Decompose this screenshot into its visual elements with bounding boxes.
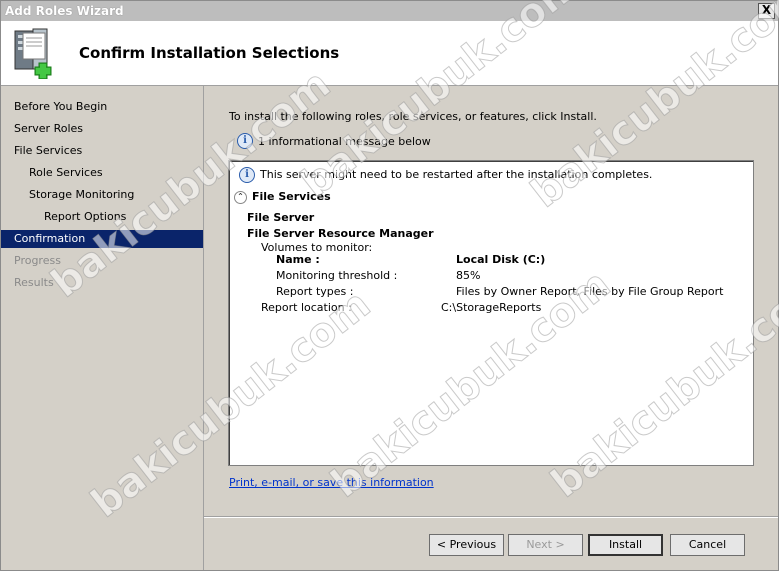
print-email-save-link[interactable]: Print, e-mail, or save this information	[229, 476, 434, 489]
selections-panel[interactable]: i This server might need to be restarted …	[228, 160, 754, 466]
section-title: File Services	[252, 190, 331, 203]
nav-item-report-options[interactable]: Report Options	[1, 208, 203, 226]
title-bar[interactable]: Add Roles Wizard X	[1, 1, 778, 21]
install-button[interactable]: Install	[588, 534, 663, 556]
restart-note-text: This server might need to be restarted a…	[260, 168, 653, 181]
report-types-value: Files by Owner Report, Files by File Gro…	[456, 285, 724, 298]
divider	[204, 516, 778, 518]
info-message-text: 1 informational message below	[258, 134, 431, 148]
previous-button[interactable]: < Previous	[429, 534, 504, 556]
info-icon: i	[239, 167, 255, 183]
nav-item-server-roles[interactable]: Server Roles	[1, 120, 203, 138]
restart-note: i This server might need to be restarted …	[239, 167, 652, 183]
main-content: To install the following roles, role ser…	[204, 86, 778, 570]
intro-text: To install the following roles, role ser…	[229, 110, 597, 123]
nav-item-progress: Progress	[14, 254, 61, 267]
name-label: Name :	[276, 253, 320, 266]
info-icon: i	[237, 133, 253, 149]
file-server-label: File Server	[247, 211, 315, 224]
window-title: Add Roles Wizard	[5, 4, 124, 18]
report-location-label: Report location :	[261, 301, 352, 314]
info-message: i 1 informational message below	[237, 133, 431, 149]
next-button: Next >	[508, 534, 583, 556]
nav-item-confirmation[interactable]: Confirmation	[1, 230, 203, 248]
cancel-button[interactable]: Cancel	[670, 534, 745, 556]
server-add-icon	[14, 28, 52, 79]
close-button[interactable]: X	[758, 3, 775, 19]
wizard-nav: Before You Begin Server Roles File Servi…	[1, 86, 204, 570]
page-title: Confirm Installation Selections	[79, 44, 340, 62]
section-file-services[interactable]: ⌃ File Services	[234, 190, 331, 204]
collapse-chevron-icon[interactable]: ⌃	[234, 190, 247, 204]
name-value: Local Disk (C:)	[456, 253, 546, 266]
nav-item-role-services[interactable]: Role Services	[1, 164, 203, 182]
report-types-label: Report types :	[276, 285, 354, 298]
threshold-value: 85%	[456, 269, 481, 282]
wizard-header: Confirm Installation Selections	[1, 21, 778, 86]
report-location-value: C:\StorageReports	[441, 301, 542, 314]
fsrm-label: File Server Resource Manager	[247, 227, 434, 240]
nav-item-file-services[interactable]: File Services	[1, 142, 203, 160]
threshold-label: Monitoring threshold :	[276, 269, 398, 282]
nav-item-results: Results	[14, 276, 54, 289]
nav-item-before-you-begin[interactable]: Before You Begin	[1, 98, 203, 116]
nav-item-storage-monitoring[interactable]: Storage Monitoring	[1, 186, 203, 204]
wizard-window: Add Roles Wizard X Confirm Installation …	[0, 0, 779, 571]
